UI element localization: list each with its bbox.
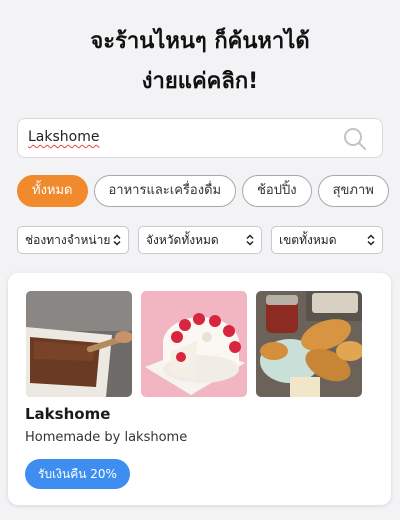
search-input[interactable]: Lakshome (28, 129, 99, 145)
store-photo-croissants (256, 291, 362, 397)
chevron-up-down-icon (246, 234, 254, 246)
filter-bar: ช่องทางจำหน่าย จังหวัดทั้งหมด เขตทั้งหมด (17, 226, 383, 254)
category-chip-food-drink[interactable]: อาหารและเครื่องดื่ม (93, 175, 237, 207)
chevron-up-down-icon (367, 234, 375, 246)
district-select[interactable]: เขตทั้งหมด (271, 226, 383, 254)
channel-select[interactable]: ช่องทางจำหน่าย (17, 226, 129, 254)
search-icon[interactable] (342, 126, 368, 152)
store-description: Homemade by lakshome (25, 430, 188, 445)
category-chip-health[interactable]: สุขภาพ (317, 175, 389, 207)
store-photo-chocolate-cake (26, 291, 132, 397)
district-select-value: เขตทั้งหมด (279, 233, 337, 247)
store-photo-strawberry-cake (141, 291, 247, 397)
province-select[interactable]: จังหวัดทั้งหมด (138, 226, 262, 254)
channel-select-value: ช่องทางจำหน่าย (25, 233, 111, 247)
category-chips: ทั้งหมด อาหารและเครื่องดื่ม ช้อปปิ้ง สุขภาพ (17, 175, 400, 207)
chevron-up-down-icon (113, 234, 121, 246)
search-box[interactable]: Lakshome (17, 118, 383, 158)
headline-line-2: ง่ายแค่คลิก! (141, 69, 259, 94)
category-chip-all[interactable]: ทั้งหมด (17, 175, 88, 207)
store-card[interactable]: Lakshome Homemade by lakshome รับเงินคืน… (8, 273, 391, 505)
headline-line-1: จะร้านไหนๆ ก็ค้นหาได้ (90, 29, 310, 54)
province-select-value: จังหวัดทั้งหมด (146, 233, 219, 247)
page-headline: จะร้านไหนๆ ก็ค้นหาได้ ง่ายแค่คลิก! (0, 22, 400, 102)
cashback-badge: รับเงินคืน 20% (25, 459, 130, 489)
store-name: Lakshome (25, 405, 111, 423)
category-chip-shopping[interactable]: ช้อปปิ้ง (242, 175, 312, 207)
